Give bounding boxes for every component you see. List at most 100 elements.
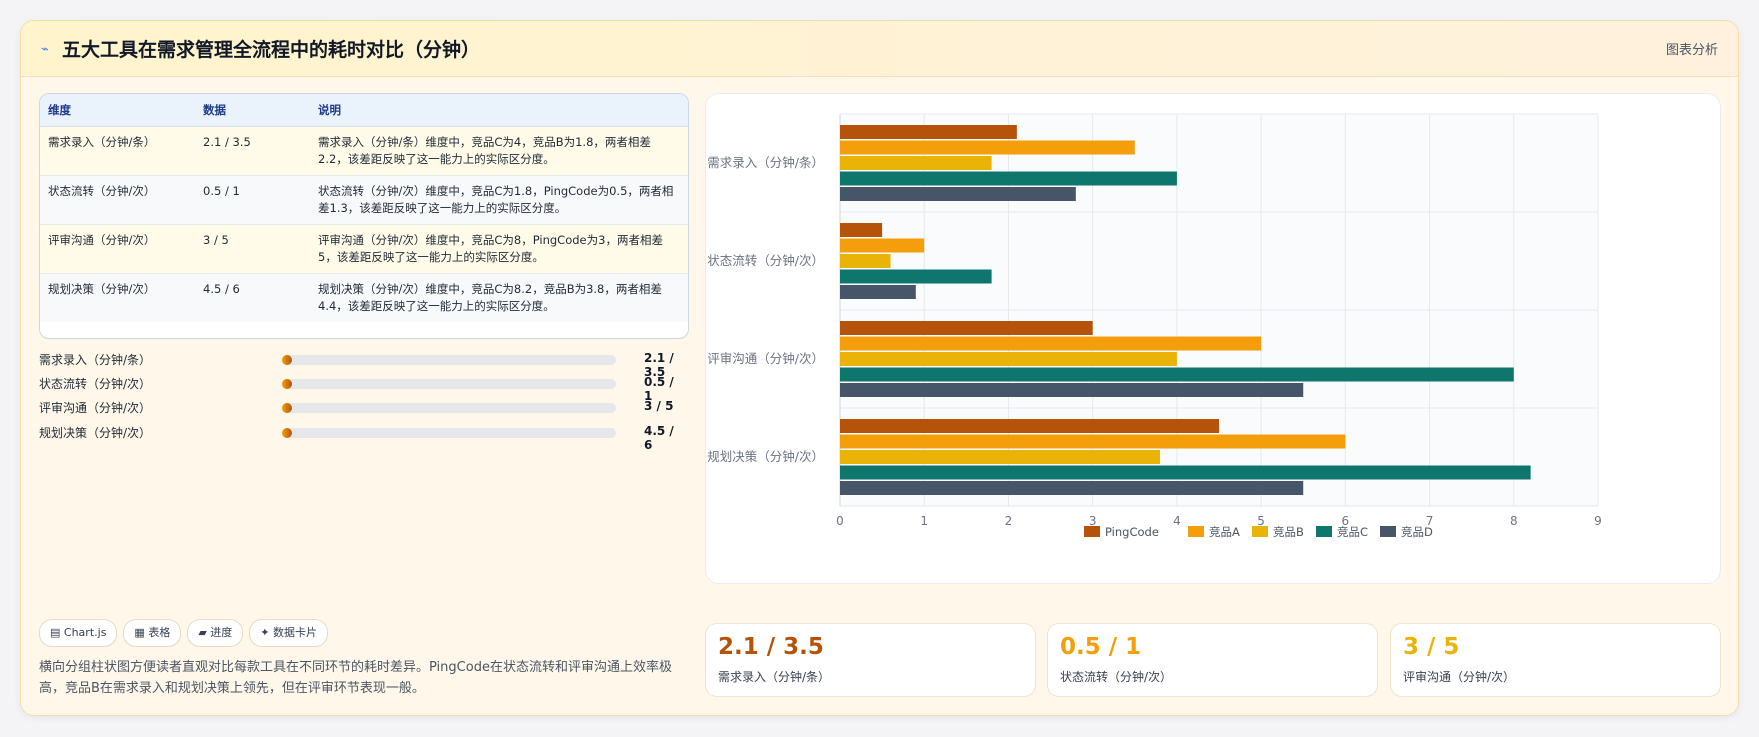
table-row: 规划决策（分钟/次） 4.5 / 6 规划决策（分钟/次）维度中，竞品C为8.2… [40,273,688,322]
cell-data: 0.5 / 1 [195,175,310,225]
progress-fill [282,355,293,365]
cell-note: 状态流转（分钟/次）维度中，竞品C为1.8，PingCode为0.5，两者相差1… [310,175,688,225]
tag-data-card[interactable]: ✦ 数据卡片 [249,619,329,647]
x-tick-label: 0 [836,514,844,528]
progress-track [282,403,616,413]
tag-table[interactable]: ▦ 表格 [123,619,182,647]
tag-label: 进度 [210,626,233,639]
cell-dimension: 规划决策（分钟/次） [40,273,195,322]
progress-label: 状态流转（分钟/次） [39,377,152,391]
progress-icon: ▰ [198,626,207,639]
table-row: 状态流转（分钟/次） 0.5 / 1 状态流转（分钟/次）维度中，竞品C为1.8… [40,175,688,225]
bar [840,140,1135,155]
bar [840,465,1531,480]
column-header-note: 说明 [310,94,688,127]
card-title: 五大工具在需求管理全流程中的耗时对比（分钟） [62,39,481,61]
chart-analysis-link[interactable]: 图表分析 [1666,39,1718,58]
cell-data: 4.5 / 6 [195,273,310,322]
chart-icon: ▤ [50,626,61,639]
cell-dimension: 需求录入（分钟/条） [40,126,195,176]
progress-track [282,428,616,438]
chart-card: ⌁ 五大工具在需求管理全流程中的耗时对比（分钟） 图表分析 维度 数据 说明 需… [20,20,1739,716]
column-header-data: 数据 [195,94,310,127]
tag-chartjs[interactable]: ▤ Chart.js [39,619,118,647]
legend-swatch [1188,526,1204,537]
legend-label: 竞品C [1337,525,1368,539]
card-header: ⌁ 五大工具在需求管理全流程中的耗时对比（分钟） 图表分析 [21,21,1738,77]
bar [840,187,1076,201]
cell-dimension: 状态流转（分钟/次） [40,175,195,225]
bar-chart: 0 1 2 3 4 5 6 7 8 9需求录入（分钟/条）状态流转（分钟/次）评审沟通（分钟/次）… [707,113,1602,539]
bar [840,254,891,268]
y-category-label: 规划决策（分钟/次） [707,449,824,464]
cell-data: 2.1 / 3.5 [195,126,310,176]
table-row: 需求录入（分钟/条） 2.1 / 3.5 需求录入（分钟/条）维度中，竞品C为4… [40,126,688,176]
bar [840,125,1017,139]
stat-value: 3 / 5 [1403,634,1460,660]
stat-value: 2.1 / 3.5 [718,634,824,660]
x-tick-label: 3 [1089,514,1097,528]
tag-label: 表格 [148,626,171,639]
x-tick-label: 2 [1005,514,1013,528]
legend-label: 竞品D [1401,525,1433,539]
stat-card: 0.5 / 1 状态流转（分钟/次） [1047,623,1378,697]
progress-track [282,379,616,389]
progress-value: 3 / 5 [644,399,674,413]
tag-list: ▤ Chart.js ▦ 表格 ▰ 进度 ✦ 数据卡片 [39,619,334,647]
bar [840,223,883,237]
legend-label: 竞品A [1209,525,1240,539]
stat-caption: 需求录入（分钟/条） [718,670,831,684]
stat-card: 2.1 / 3.5 需求录入（分钟/条） [705,623,1036,697]
legend-swatch [1084,526,1100,537]
progress-value: 4.5 / 6 [644,424,674,452]
legend-label: PingCode [1105,525,1159,539]
chart-panel: 0 1 2 3 4 5 6 7 8 9 需求录入（分钟/条） 状态流转（分钟/次） 评审沟通（分钟/次）… [705,93,1721,584]
y-category-label: 状态流转（分钟/次） [707,253,824,268]
progress-fill [282,428,293,438]
legend-label: 竞品B [1273,525,1304,539]
bar [840,419,1219,433]
progress-row: 状态流转（分钟/次） 0.5 / 1 [39,374,679,403]
bar [840,352,1177,366]
bar [840,321,1093,335]
data-table: 维度 数据 说明 需求录入（分钟/条） 2.1 / 3.5 需求录入（分钟/条）… [39,93,689,339]
bar [840,383,1304,397]
legend-swatch [1252,526,1268,537]
sparkle-icon: ✦ [260,626,270,639]
x-tick-label: 8 [1510,514,1518,528]
chart-pulse-icon: ⌁ [41,42,49,57]
bar [840,450,1161,464]
bar [840,336,1262,351]
table-row: 评审沟通（分钟/次） 3 / 5 评审沟通（分钟/次）维度中，竞品C为8，Pin… [40,224,688,274]
bar [840,269,992,284]
cell-note: 需求录入（分钟/条）维度中，竞品C为4，竞品B为1.8，两者相差2.2，该差距反… [310,126,688,176]
stat-caption: 评审沟通（分钟/次） [1403,670,1516,684]
bar [840,238,925,253]
cell-dimension: 评审沟通（分钟/次） [40,224,195,274]
legend-swatch [1380,526,1396,537]
bar [840,285,916,299]
table-header-row: 维度 数据 说明 [40,94,688,127]
stat-value: 0.5 / 1 [1060,634,1142,660]
tag-label: Chart.js [63,626,107,639]
progress-row: 规划决策（分钟/次） 4.5 / 6 [39,423,679,452]
x-tick-label: 4 [1173,514,1181,528]
stat-caption: 状态流转（分钟/次） [1060,670,1173,684]
progress-fill [282,379,293,389]
progress-label: 规划决策（分钟/次） [39,426,152,440]
progress-row: 评审沟通（分钟/次） 3 / 5 [39,398,679,416]
table-icon: ▦ [134,626,145,639]
bar [840,156,992,170]
x-tick-label: 1 [920,514,928,528]
cell-note: 规划决策（分钟/次）维度中，竞品C为8.2，竞品B为3.8，两者相差4.4，该差… [310,273,688,322]
bar [840,434,1346,449]
progress-track [282,355,616,365]
legend-swatch [1316,526,1332,537]
tag-progress[interactable]: ▰ 进度 [187,619,244,647]
stat-card: 3 / 5 评审沟通（分钟/次） [1390,623,1721,697]
bar [840,481,1304,495]
progress-label: 评审沟通（分钟/次） [39,401,152,415]
progress-fill [282,403,293,413]
x-tick-label: 9 [1594,514,1602,528]
y-category-label: 评审沟通（分钟/次） [707,351,824,366]
